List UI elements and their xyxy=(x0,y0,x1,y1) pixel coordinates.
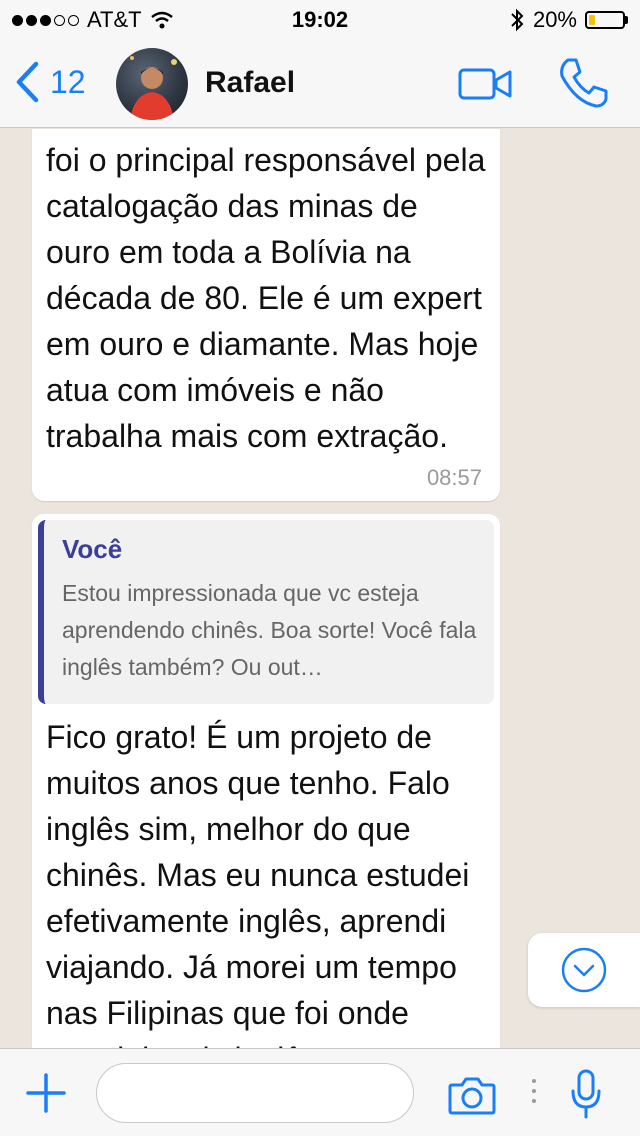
chevron-left-icon xyxy=(16,61,39,103)
microphone-icon[interactable] xyxy=(570,1069,602,1119)
unread-count: 12 xyxy=(50,64,86,100)
signal-strength-icon xyxy=(12,14,79,26)
battery-percent: 20% xyxy=(532,7,577,32)
scroll-to-bottom-button[interactable] xyxy=(528,933,640,1007)
separator-dots xyxy=(532,1079,536,1103)
status-left: AT&T xyxy=(12,7,174,33)
battery-icon xyxy=(585,11,628,29)
contact-name[interactable]: Rafael xyxy=(205,66,295,100)
chat-area[interactable]: foi o principal responsável pela catalog… xyxy=(0,129,640,1048)
message-bubble[interactable]: Você Estou impressionada que vc esteja a… xyxy=(32,514,500,1048)
message-text: Fico grato! É um projeto de muitos anos … xyxy=(46,719,470,1048)
phone-call-icon[interactable] xyxy=(556,56,610,110)
plus-icon[interactable] xyxy=(26,1073,66,1113)
chevron-down-circle-icon xyxy=(561,947,607,993)
avatar[interactable] xyxy=(116,48,188,120)
message-input[interactable] xyxy=(96,1063,414,1123)
input-bar xyxy=(0,1048,640,1136)
camera-icon[interactable] xyxy=(448,1075,496,1115)
bluetooth-icon xyxy=(511,8,524,32)
video-call-icon[interactable] xyxy=(458,64,512,104)
back-button[interactable]: 12 xyxy=(14,60,86,104)
quoted-text: Estou impressionada que vc esteja aprend… xyxy=(62,580,477,680)
quoted-author: Você xyxy=(62,534,123,564)
status-right: 20% xyxy=(509,7,628,33)
message-bubble[interactable]: foi o principal responsável pela catalog… xyxy=(32,129,500,501)
carrier-label: AT&T xyxy=(87,7,142,32)
message-time: 08:57 xyxy=(426,465,482,490)
wifi-icon xyxy=(150,11,173,29)
status-bar: AT&T 19:02 20% xyxy=(0,0,640,40)
chat-header: 12 Rafael xyxy=(0,40,640,128)
message-text: foi o principal responsável pela catalog… xyxy=(46,142,486,454)
quoted-message[interactable]: Você Estou impressionada que vc esteja a… xyxy=(38,520,494,704)
